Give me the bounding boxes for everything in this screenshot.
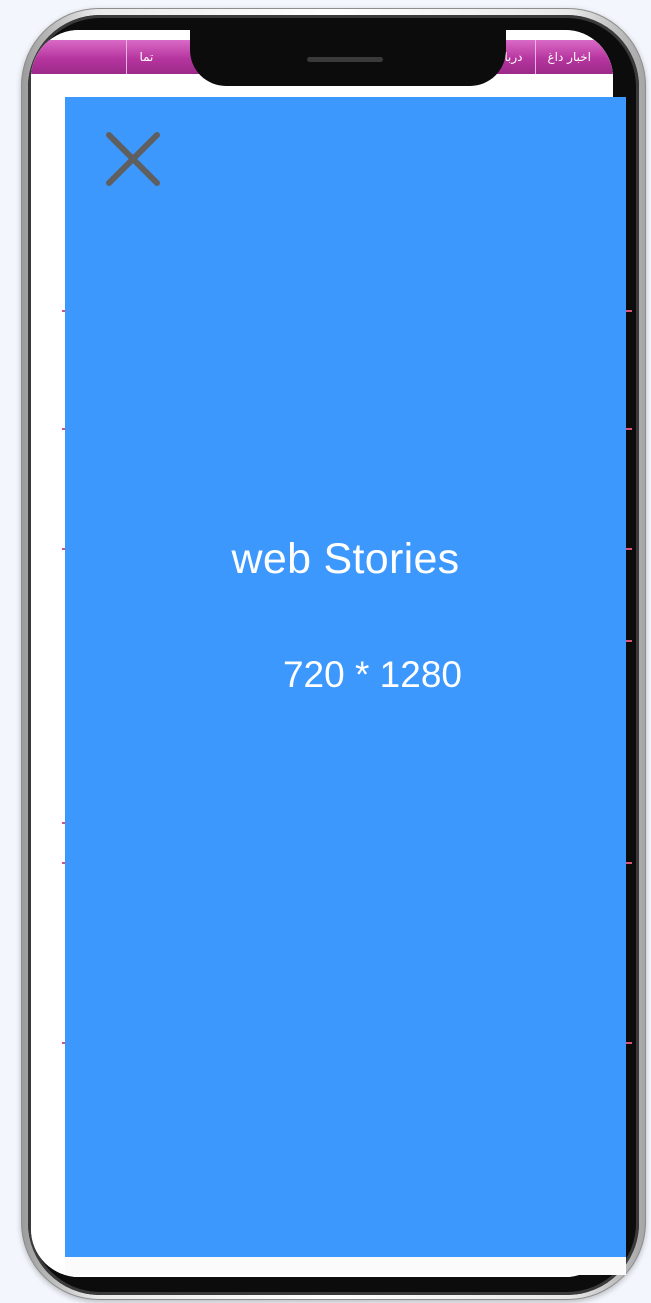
web-story-overlay[interactable]: web Stories 720 * 1280 bbox=[65, 97, 626, 1257]
background-nav-item[interactable]: تما bbox=[126, 40, 165, 74]
background-divider bbox=[626, 428, 632, 430]
device-preview: اخبار داغ درباره ما تما web Stories 720 … bbox=[0, 0, 651, 1303]
story-title: web Stories bbox=[231, 535, 460, 583]
background-divider bbox=[626, 310, 632, 312]
phone-speaker bbox=[307, 57, 383, 62]
close-button[interactable] bbox=[103, 129, 163, 189]
background-nav-item[interactable]: اخبار داغ bbox=[534, 40, 613, 74]
background-divider bbox=[626, 862, 632, 864]
screen-bottom-strip bbox=[65, 1257, 626, 1275]
background-divider bbox=[626, 1042, 632, 1044]
background-divider bbox=[626, 640, 632, 642]
close-icon bbox=[106, 132, 160, 186]
story-dimensions: 720 * 1280 bbox=[282, 654, 462, 695]
background-divider bbox=[626, 548, 632, 550]
